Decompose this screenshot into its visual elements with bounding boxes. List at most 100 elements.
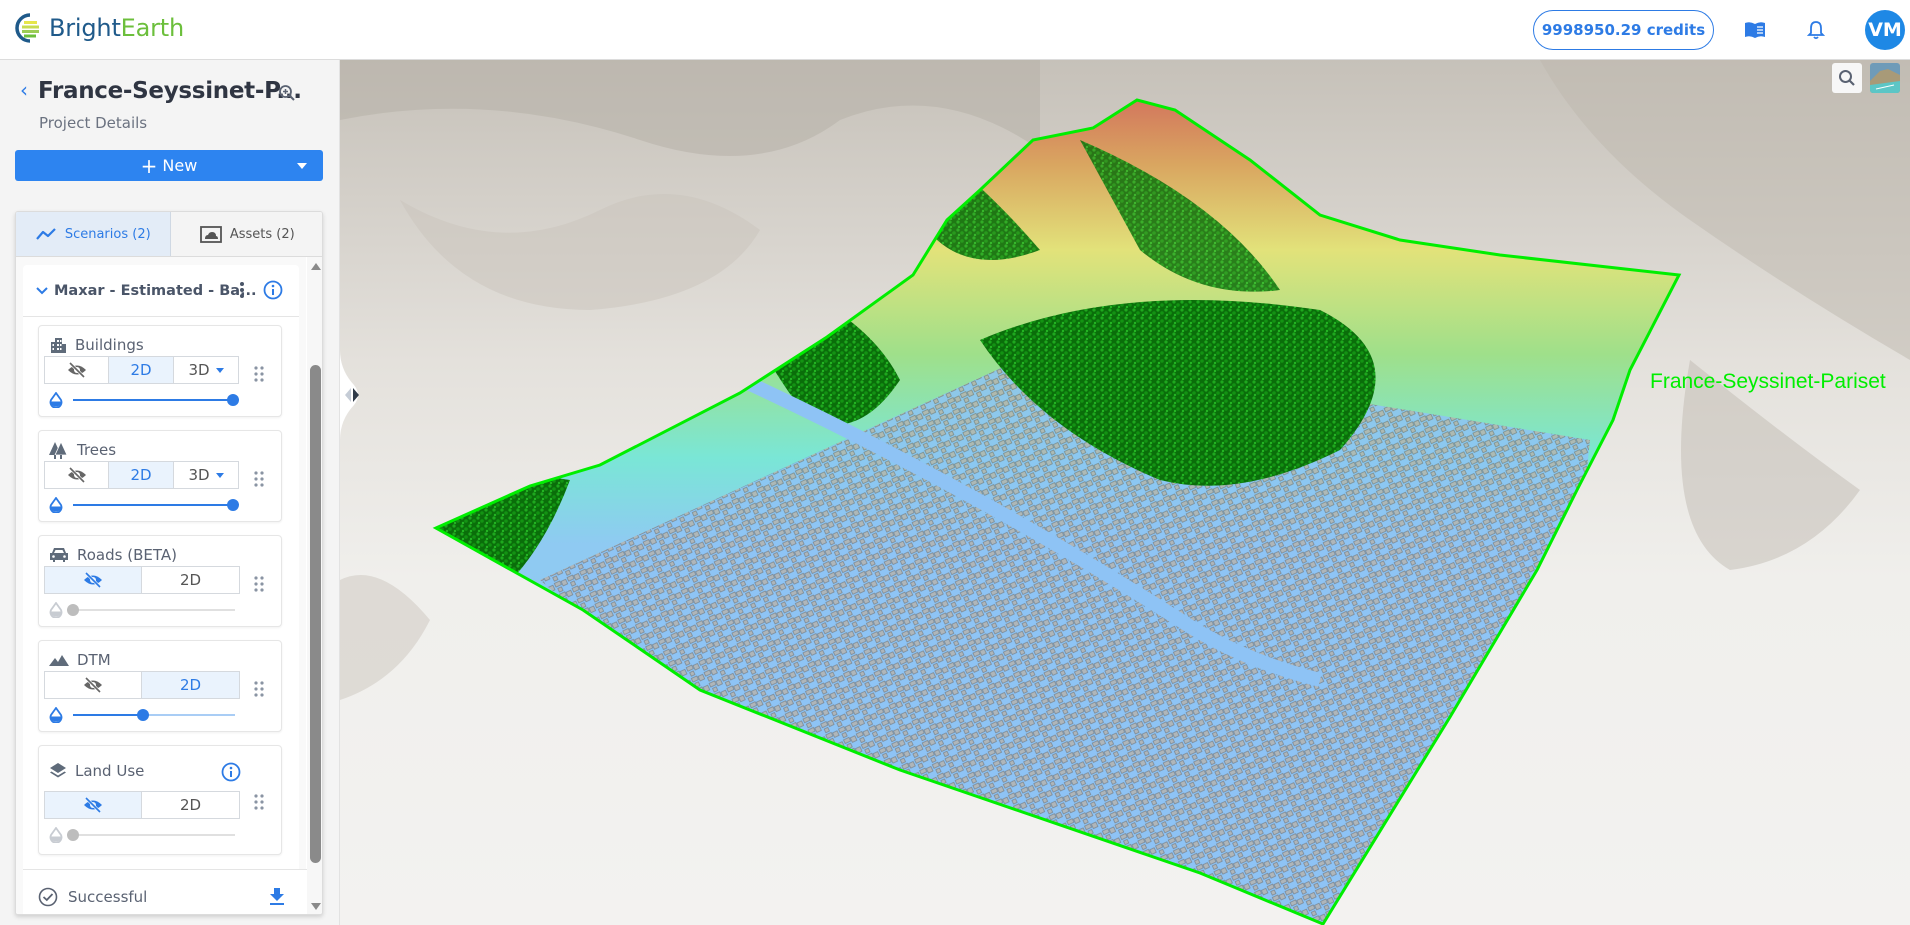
opacity-slider	[49, 827, 249, 843]
opacity-drop-icon	[49, 827, 63, 843]
mode-2d-button[interactable]: 2D	[142, 567, 239, 593]
drag-handle-icon[interactable]	[254, 471, 264, 487]
layer-card-roads: Roads (BETA) 2D	[38, 535, 282, 627]
drag-handle-icon[interactable]	[254, 681, 264, 697]
chevron-down-icon[interactable]	[36, 286, 48, 295]
tab-assets-label: Assets (2)	[229, 226, 295, 242]
layer-card-land-use: Land Use 2D	[38, 745, 282, 855]
cloud-image-icon	[199, 225, 222, 243]
slider-rest	[143, 714, 235, 716]
map-search-button[interactable]	[1832, 63, 1862, 93]
slider-knob[interactable]	[137, 709, 149, 721]
docs-button[interactable]	[1743, 18, 1767, 42]
map-viewport[interactable]: France-Seyssinet-Pariset	[340, 60, 1910, 925]
notifications-button[interactable]	[1804, 18, 1828, 42]
layer-mode-selector: 2D	[44, 791, 240, 819]
layer-name: Land Use	[75, 762, 145, 780]
layer-label-trees: Trees	[49, 441, 116, 459]
layers-icon	[50, 763, 66, 778]
opacity-slider[interactable]	[49, 392, 249, 408]
opacity-slider[interactable]	[49, 707, 249, 723]
drag-handle-icon[interactable]	[254, 794, 264, 810]
mode-3d-dropdown[interactable]: 3D	[174, 462, 238, 488]
tab-assets[interactable]: Assets (2)	[171, 212, 323, 256]
drag-handle-icon[interactable]	[254, 576, 264, 592]
hide-layer-button[interactable]	[45, 357, 109, 383]
layer-name: Trees	[77, 441, 117, 459]
slider-fill	[73, 714, 143, 716]
caret-down-icon	[215, 367, 224, 373]
hide-layer-button[interactable]	[45, 567, 142, 593]
car-icon	[50, 548, 68, 562]
tab-scenarios[interactable]: Scenarios (2)	[16, 212, 171, 256]
slider-knob[interactable]	[227, 499, 239, 511]
book-icon	[1745, 22, 1765, 38]
opacity-drop-icon	[49, 392, 63, 408]
eye-slash-icon	[84, 797, 102, 813]
zoom-to-project-button[interactable]	[278, 84, 296, 106]
layer-card-buildings: Buildings 2D 3D	[38, 325, 282, 417]
kebab-menu-icon[interactable]	[239, 281, 245, 299]
credits-button[interactable]: 9998950.29 credits	[1533, 10, 1714, 50]
mode-3d-dropdown[interactable]: 3D	[174, 357, 238, 383]
info-icon[interactable]	[263, 280, 283, 300]
new-button[interactable]: + New	[15, 150, 323, 181]
hide-layer-button[interactable]	[45, 462, 109, 488]
panel-tabs: Scenarios (2) Assets (2)	[16, 212, 323, 257]
scenario-list: Maxar - Estimated - Ba... Buildings 2D 3…	[16, 257, 313, 914]
project-title-row: ‹ France-Seyssinet-P...	[20, 78, 302, 104]
mode-2d-button[interactable]: 2D	[109, 462, 174, 488]
scenario-status: Successful	[68, 888, 148, 906]
new-dropdown-caret-icon[interactable]	[297, 163, 307, 169]
slider-fill	[73, 504, 233, 506]
mode-3d-label: 3D	[188, 466, 210, 484]
scenario-card: Maxar - Estimated - Ba... Buildings 2D 3…	[23, 265, 313, 914]
logo-icon	[15, 13, 39, 43]
building-icon	[51, 338, 66, 353]
zoom-in-icon	[279, 85, 295, 101]
panel-scrollbar[interactable]	[307, 257, 322, 914]
opacity-drop-icon	[49, 707, 63, 723]
brightearth-logo[interactable]: BrightEarth	[15, 12, 184, 44]
layer-card-dtm: DTM 2D	[38, 640, 282, 732]
mode-2d-button[interactable]: 2D	[142, 792, 239, 818]
basemap-switcher[interactable]	[1870, 63, 1900, 93]
layer-label-roads: Roads (BETA)	[49, 546, 177, 564]
sidebar-collapse-toggle[interactable]	[340, 350, 366, 440]
aoi-label: France-Seyssinet-Pariset	[1650, 370, 1886, 393]
mode-2d-button[interactable]: 2D	[109, 357, 174, 383]
download-icon[interactable]	[269, 887, 285, 905]
scenario-header[interactable]: Maxar - Estimated - Ba...	[23, 265, 299, 317]
layer-mode-selector: 2D	[44, 671, 240, 699]
scrollbar-thumb[interactable]	[310, 365, 321, 863]
layer-mode-selector: 2D	[44, 566, 240, 594]
project-title: France-Seyssinet-P...	[38, 78, 302, 104]
logo-text-earth: Earth	[120, 14, 185, 42]
info-icon[interactable]	[221, 762, 241, 782]
opacity-drop-icon	[49, 602, 63, 618]
layer-name: DTM	[77, 651, 111, 669]
hide-layer-button[interactable]	[45, 792, 142, 818]
mode-2d-button[interactable]: 2D	[142, 672, 239, 698]
terrain-3d-view[interactable]	[340, 60, 1910, 925]
hide-layer-button[interactable]	[45, 672, 142, 698]
tab-scenarios-label: Scenarios (2)	[64, 226, 151, 242]
eye-slash-icon	[67, 467, 86, 483]
slider-knob[interactable]	[227, 394, 239, 406]
scenarios-panel: Scenarios (2) Assets (2) Maxar - Estimat…	[15, 211, 323, 915]
slider-knob	[67, 829, 79, 841]
slider-track	[73, 609, 235, 611]
opacity-slider[interactable]	[49, 497, 249, 513]
scroll-down-arrow-icon[interactable]	[311, 903, 321, 910]
scroll-up-arrow-icon[interactable]	[311, 263, 321, 270]
layer-name: Roads (BETA)	[77, 546, 177, 564]
slider-fill	[73, 399, 233, 401]
user-avatar[interactable]: VM	[1865, 10, 1905, 50]
drag-handle-icon[interactable]	[254, 366, 264, 382]
mountain-icon	[49, 655, 69, 666]
scenario-title: Maxar - Estimated - Ba...	[54, 282, 257, 299]
back-chevron-icon[interactable]: ‹	[20, 78, 28, 102]
basemap-thumbnail-icon	[1870, 63, 1900, 93]
layer-card-trees: Trees 2D 3D	[38, 430, 282, 522]
slider-track	[73, 834, 235, 836]
